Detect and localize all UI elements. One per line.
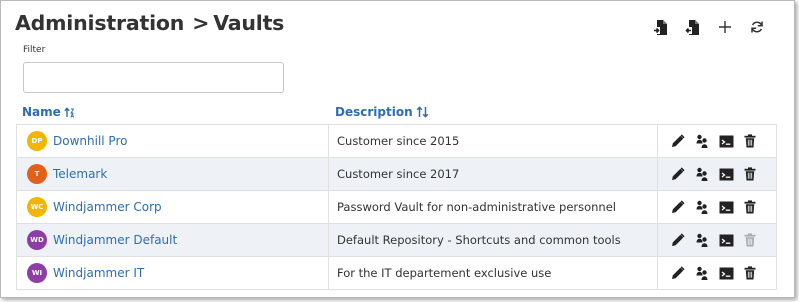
add-vault-button[interactable] bbox=[709, 15, 741, 39]
column-header-name[interactable]: Name bbox=[22, 105, 78, 119]
trash-icon bbox=[744, 233, 756, 247]
vault-name-link[interactable]: Telemark bbox=[53, 167, 107, 181]
console-button[interactable] bbox=[717, 131, 735, 151]
vaults-page: Administration > Vaults Filter Name Desc… bbox=[0, 0, 795, 298]
name-cell: WD Windjammer Default bbox=[17, 224, 329, 256]
vault-avatar: DP bbox=[27, 131, 47, 151]
console-icon bbox=[719, 234, 733, 246]
edit-button[interactable] bbox=[669, 263, 687, 283]
edit-button[interactable] bbox=[669, 131, 687, 151]
console-icon bbox=[719, 201, 733, 213]
plus-icon bbox=[719, 21, 731, 33]
refresh-button[interactable] bbox=[741, 15, 773, 39]
name-cell: T Telemark bbox=[17, 158, 329, 190]
breadcrumb-root[interactable]: Administration bbox=[15, 11, 184, 35]
actions-cell bbox=[658, 224, 776, 256]
vault-avatar: WD bbox=[27, 230, 47, 250]
edit-pencil-icon bbox=[672, 200, 685, 213]
import-vault-icon bbox=[653, 19, 667, 35]
vault-avatar: WI bbox=[27, 263, 47, 283]
trash-icon bbox=[744, 167, 756, 181]
users-icon bbox=[696, 200, 708, 214]
console-button[interactable] bbox=[717, 164, 735, 184]
sort-toggle-icon bbox=[416, 106, 429, 118]
vault-name-link[interactable]: Windjammer IT bbox=[53, 266, 144, 280]
users-button[interactable] bbox=[693, 230, 711, 250]
users-icon bbox=[696, 233, 708, 247]
vault-avatar: WC bbox=[27, 197, 47, 217]
actions-cell bbox=[658, 191, 776, 223]
filter-label: Filter bbox=[23, 45, 46, 55]
users-button[interactable] bbox=[693, 197, 711, 217]
users-icon bbox=[696, 167, 708, 181]
name-cell: WI Windjammer IT bbox=[17, 257, 329, 289]
vault-name-link[interactable]: Downhill Pro bbox=[53, 134, 127, 148]
users-button[interactable] bbox=[693, 131, 711, 151]
users-icon bbox=[696, 266, 708, 280]
actions-cell bbox=[658, 125, 776, 157]
users-icon bbox=[696, 134, 708, 148]
trash-icon bbox=[744, 266, 756, 280]
vault-name-link[interactable]: Windjammer Corp bbox=[53, 200, 162, 214]
actions-cell bbox=[658, 158, 776, 190]
import-vault-button[interactable] bbox=[645, 15, 677, 39]
delete-button bbox=[741, 230, 759, 250]
actions-cell bbox=[658, 257, 776, 289]
table-row: DP Downhill Pro Customer since 2015 bbox=[17, 125, 776, 158]
edit-button[interactable] bbox=[669, 197, 687, 217]
users-button[interactable] bbox=[693, 164, 711, 184]
vaults-table: DP Downhill Pro Customer since 2015 T Telema… bbox=[16, 124, 777, 290]
console-icon bbox=[719, 168, 733, 180]
vault-avatar: T bbox=[27, 164, 47, 184]
column-header-description-label: Description bbox=[335, 105, 413, 119]
console-button[interactable] bbox=[717, 230, 735, 250]
column-header-name-label: Name bbox=[22, 105, 61, 119]
toolbar bbox=[645, 15, 773, 39]
console-button[interactable] bbox=[717, 197, 735, 217]
description-cell: Password Vault for non-administrative pe… bbox=[329, 191, 658, 223]
name-cell: DP Downhill Pro bbox=[17, 125, 329, 157]
edit-pencil-icon bbox=[672, 266, 685, 279]
description-cell: Customer since 2015 bbox=[329, 125, 658, 157]
export-vault-button[interactable] bbox=[677, 15, 709, 39]
description-cell: Customer since 2017 bbox=[329, 158, 658, 190]
description-cell: Default Repository - Shortcuts and commo… bbox=[329, 224, 658, 256]
delete-button[interactable] bbox=[741, 131, 759, 151]
export-vault-icon bbox=[685, 19, 699, 35]
edit-button[interactable] bbox=[669, 230, 687, 250]
column-header-description[interactable]: Description bbox=[335, 105, 429, 119]
trash-icon bbox=[744, 134, 756, 148]
refresh-icon bbox=[751, 21, 763, 33]
edit-button[interactable] bbox=[669, 164, 687, 184]
console-icon bbox=[719, 267, 733, 279]
breadcrumb-separator: > bbox=[192, 11, 210, 35]
delete-button[interactable] bbox=[741, 263, 759, 283]
page-title: Administration > Vaults bbox=[15, 11, 284, 35]
filter-input[interactable] bbox=[23, 62, 284, 93]
delete-button[interactable] bbox=[741, 164, 759, 184]
vault-name-link[interactable]: Windjammer Default bbox=[53, 233, 177, 247]
table-row: T Telemark Customer since 2017 bbox=[17, 158, 776, 191]
sort-ascending-icon bbox=[64, 106, 78, 118]
breadcrumb-current: Vaults bbox=[213, 11, 285, 35]
console-icon bbox=[719, 135, 733, 147]
name-cell: WC Windjammer Corp bbox=[17, 191, 329, 223]
table-row: WC Windjammer Corp Password Vault for non-… bbox=[17, 191, 776, 224]
console-button[interactable] bbox=[717, 263, 735, 283]
table-row: WI Windjammer IT For the IT departement ex… bbox=[17, 257, 776, 290]
users-button[interactable] bbox=[693, 263, 711, 283]
edit-pencil-icon bbox=[672, 134, 685, 147]
trash-icon bbox=[744, 200, 756, 214]
edit-pencil-icon bbox=[672, 167, 685, 180]
edit-pencil-icon bbox=[672, 233, 685, 246]
delete-button[interactable] bbox=[741, 197, 759, 217]
table-row: WD Windjammer Default Default Repository -… bbox=[17, 224, 776, 257]
description-cell: For the IT departement exclusive use bbox=[329, 257, 658, 289]
